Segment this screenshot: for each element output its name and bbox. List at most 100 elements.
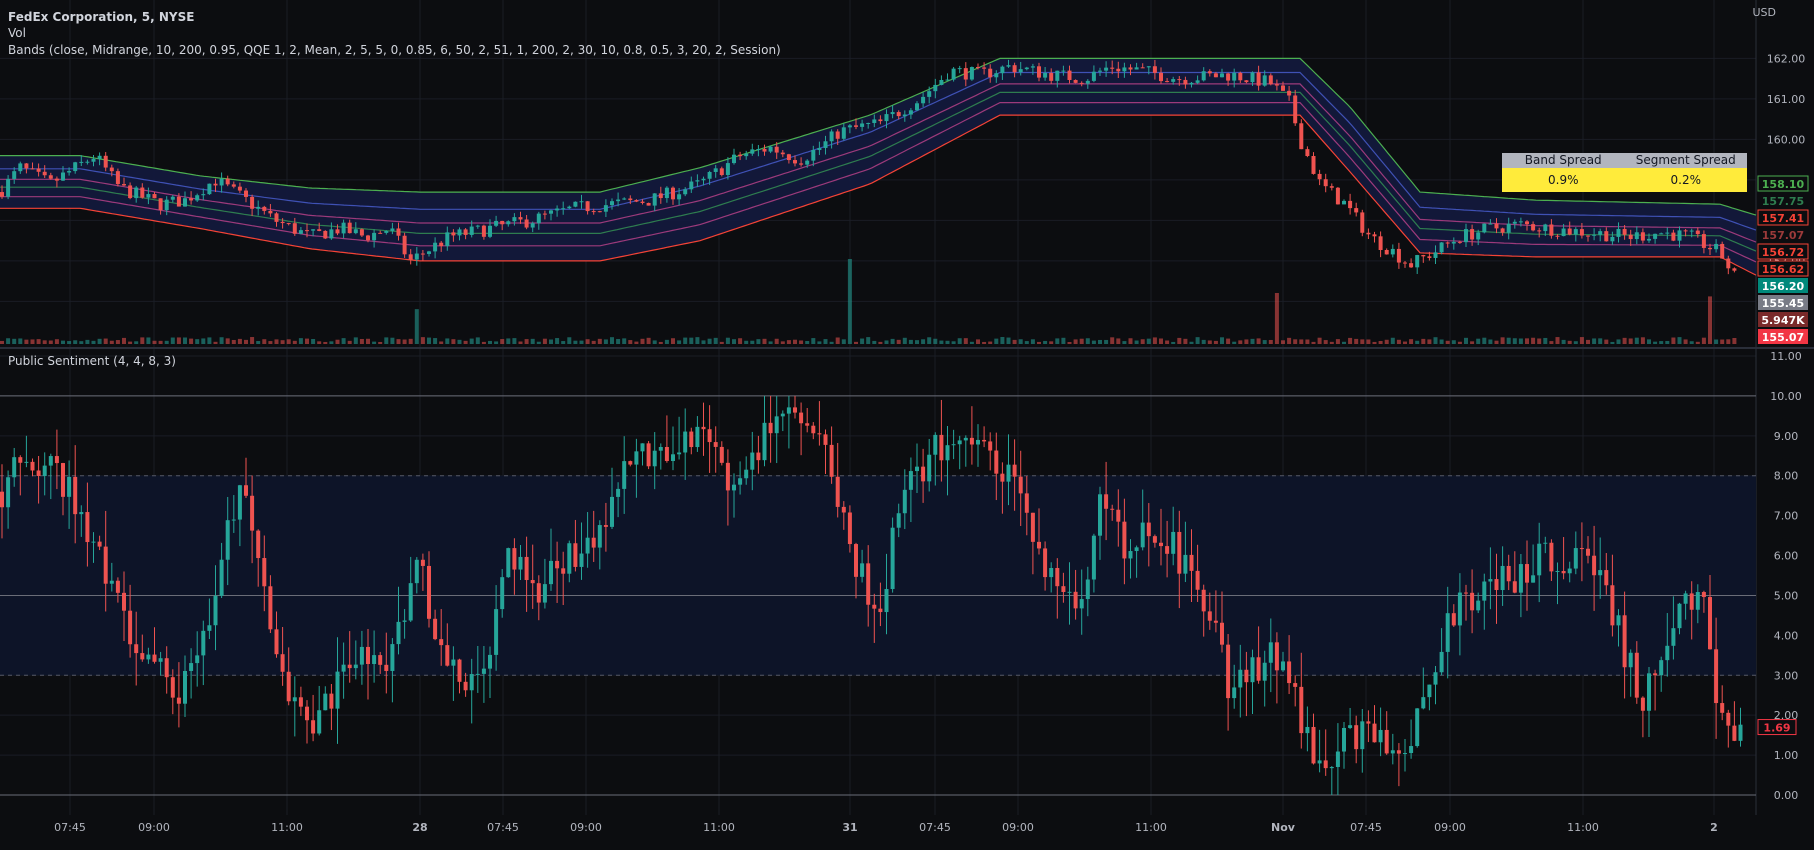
price-candle[interactable] bbox=[542, 213, 547, 215]
sentiment-candle[interactable] bbox=[268, 586, 273, 630]
sentiment-candle[interactable] bbox=[1061, 586, 1066, 592]
price-candle[interactable] bbox=[1372, 234, 1377, 237]
sentiment-candle[interactable] bbox=[744, 469, 749, 479]
sentiment-candle[interactable] bbox=[683, 431, 688, 453]
sentiment-candle[interactable] bbox=[408, 583, 413, 621]
price-candle[interactable] bbox=[335, 229, 340, 234]
sentiment-candle[interactable] bbox=[140, 653, 145, 660]
sentiment-candle[interactable] bbox=[1592, 555, 1597, 576]
price-candle[interactable] bbox=[1659, 233, 1664, 235]
price-candle[interactable] bbox=[1207, 71, 1212, 74]
sentiment-candle[interactable] bbox=[1677, 603, 1682, 629]
sentiment-candle[interactable] bbox=[939, 434, 944, 461]
price-candle[interactable] bbox=[1030, 66, 1035, 68]
price-candle[interactable] bbox=[1061, 70, 1066, 72]
sentiment-candle[interactable] bbox=[610, 496, 614, 527]
price-candle[interactable] bbox=[207, 183, 212, 195]
price-candle[interactable] bbox=[1165, 81, 1170, 83]
sentiment-candle[interactable] bbox=[957, 440, 962, 445]
price-candle[interactable] bbox=[1628, 234, 1633, 240]
price-candle[interactable] bbox=[701, 178, 706, 181]
price-candle[interactable] bbox=[817, 147, 822, 151]
sentiment-candle[interactable] bbox=[750, 452, 755, 470]
sentiment-candle[interactable] bbox=[671, 454, 675, 462]
sentiment-candle[interactable] bbox=[158, 658, 163, 662]
sentiment-candle[interactable] bbox=[36, 470, 41, 476]
price-candle[interactable] bbox=[530, 223, 535, 228]
price-candle[interactable] bbox=[573, 201, 578, 207]
sentiment-candle[interactable] bbox=[298, 697, 303, 707]
price-candle[interactable] bbox=[1299, 123, 1304, 150]
sentiment-candle[interactable] bbox=[561, 568, 566, 574]
price-candle[interactable] bbox=[341, 222, 346, 234]
sentiment-candle[interactable] bbox=[61, 463, 65, 497]
sentiment-candle[interactable] bbox=[79, 512, 84, 515]
sentiment-candle[interactable] bbox=[1732, 725, 1737, 741]
sentiment-candle[interactable] bbox=[1640, 697, 1645, 711]
price-candle[interactable] bbox=[1140, 67, 1145, 69]
sentiment-candle[interactable] bbox=[1171, 531, 1176, 554]
price-candle[interactable] bbox=[48, 175, 53, 179]
sentiment-candle[interactable] bbox=[542, 584, 547, 603]
sentiment-candle[interactable] bbox=[622, 461, 627, 489]
sentiment-candle[interactable] bbox=[6, 477, 11, 508]
sentiment-candle[interactable] bbox=[1012, 464, 1017, 477]
sentiment-candle[interactable] bbox=[860, 563, 865, 577]
price-candle[interactable] bbox=[359, 229, 364, 236]
price-candle[interactable] bbox=[183, 198, 187, 207]
sentiment-candle[interactable] bbox=[451, 659, 456, 666]
price-candle[interactable] bbox=[738, 154, 743, 157]
sentiment-candle[interactable] bbox=[201, 630, 206, 656]
price-candle[interactable] bbox=[42, 171, 47, 176]
sentiment-candle[interactable] bbox=[878, 608, 883, 613]
price-candle[interactable] bbox=[1701, 234, 1706, 248]
sentiment-candle[interactable] bbox=[1268, 642, 1273, 663]
price-candle[interactable] bbox=[658, 193, 663, 199]
sentiment-candle[interactable] bbox=[189, 663, 194, 671]
sentiment-candle[interactable] bbox=[1281, 661, 1285, 671]
sentiment-candle[interactable] bbox=[1305, 726, 1310, 734]
sentiment-candle[interactable] bbox=[445, 645, 450, 666]
sentiment-candle[interactable] bbox=[719, 446, 724, 463]
sentiment-candle[interactable] bbox=[652, 450, 657, 467]
price-candle[interactable] bbox=[1305, 149, 1310, 157]
sentiment-candle[interactable] bbox=[951, 444, 956, 446]
sentiment-candle[interactable] bbox=[366, 646, 370, 664]
sentiment-candle[interactable] bbox=[390, 644, 395, 671]
sentiment-candle[interactable] bbox=[524, 556, 529, 581]
sentiment-candle[interactable] bbox=[250, 495, 255, 531]
sentiment-candle[interactable] bbox=[1671, 628, 1676, 646]
price-candle[interactable] bbox=[1323, 179, 1328, 187]
price-candle[interactable] bbox=[1695, 230, 1700, 235]
price-candle[interactable] bbox=[671, 187, 675, 200]
price-candle[interactable] bbox=[829, 131, 834, 142]
sentiment-candle[interactable] bbox=[231, 519, 236, 521]
sentiment-candle[interactable] bbox=[439, 639, 444, 646]
price-candle[interactable] bbox=[1293, 95, 1298, 124]
sentiment-candle[interactable] bbox=[1104, 494, 1109, 509]
price-candle[interactable] bbox=[915, 103, 919, 111]
price-candle[interactable] bbox=[933, 84, 938, 92]
sentiment-candle[interactable] bbox=[1665, 645, 1670, 661]
sentiment-candle[interactable] bbox=[1647, 673, 1651, 711]
price-candle[interactable] bbox=[1122, 67, 1127, 72]
sentiment-candle[interactable] bbox=[1030, 512, 1035, 542]
sentiment-candle[interactable] bbox=[732, 484, 736, 491]
sentiment-candle[interactable] bbox=[634, 451, 639, 465]
sentiment-candle[interactable] bbox=[1531, 575, 1536, 583]
price-candle[interactable] bbox=[756, 149, 761, 151]
price-candle[interactable] bbox=[213, 183, 218, 186]
sentiment-candle[interactable] bbox=[1207, 611, 1212, 621]
price-candle[interactable] bbox=[799, 163, 804, 165]
price-candle[interactable] bbox=[866, 122, 871, 124]
price-candle[interactable] bbox=[1543, 224, 1548, 232]
sentiment-candle[interactable] bbox=[170, 677, 175, 698]
sentiment-candle[interactable] bbox=[1183, 554, 1188, 574]
price-candle[interactable] bbox=[250, 196, 255, 209]
price-candle[interactable] bbox=[378, 232, 383, 234]
sentiment-candle[interactable] bbox=[677, 452, 682, 455]
sentiment-candle[interactable] bbox=[896, 513, 901, 528]
sentiment-candle[interactable] bbox=[1049, 567, 1054, 578]
sentiment-candle[interactable] bbox=[908, 471, 913, 490]
sentiment-candle[interactable] bbox=[976, 439, 980, 445]
